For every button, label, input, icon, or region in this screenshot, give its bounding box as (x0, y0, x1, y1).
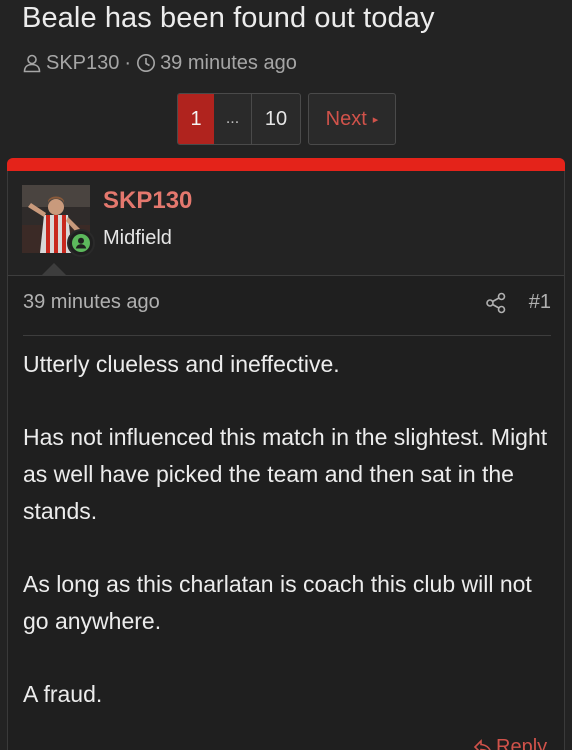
thread-time-link[interactable]: 39 minutes ago (160, 52, 297, 75)
page-1-button[interactable]: 1 (178, 94, 214, 144)
thread-title: Beale has been found out today (22, 2, 435, 34)
page-jump-button[interactable]: ... (214, 94, 252, 144)
page-last-button[interactable]: 10 (252, 94, 300, 144)
next-page-button[interactable]: Next ▸ (308, 93, 396, 145)
clock-icon (136, 53, 156, 73)
chevron-right-icon: ▸ (372, 113, 379, 126)
post: SKP130 Midfield 39 minutes ago #1 Utterl… (7, 158, 565, 750)
share-icon[interactable] (485, 292, 507, 319)
user-header-caret (42, 263, 66, 275)
thread-author-link[interactable]: SKP130 (46, 52, 119, 75)
reply-label: Reply (496, 736, 548, 750)
post-attribution: 39 minutes ago #1 (23, 275, 551, 336)
post-time-link[interactable]: 39 minutes ago (23, 291, 160, 314)
meta-separator: · (124, 51, 132, 74)
post-number-link[interactable]: #1 (529, 291, 551, 314)
thread-meta: SKP130 · 39 minutes ago (22, 50, 297, 76)
post-user-header: SKP130 Midfield (8, 171, 564, 276)
page-number-group: 1 ... 10 (177, 93, 301, 145)
online-user-icon (67, 229, 95, 257)
reply-icon (473, 738, 491, 750)
post-username-link[interactable]: SKP130 (103, 187, 192, 215)
post-body: Utterly clueless and ineffective. Has no… (23, 346, 553, 749)
post-paragraph: Utterly clueless and ineffective. (23, 351, 340, 377)
post-paragraph: Has not influenced this match in the sli… (23, 424, 548, 524)
user-title: Midfield (103, 227, 172, 249)
post-accent-bar (7, 158, 565, 171)
post-paragraph: As long as this charlatan is coach this … (23, 571, 532, 634)
post-paragraph: A fraud. (23, 681, 103, 707)
page: Beale has been found out today SKP130 · … (0, 0, 572, 750)
user-icon (22, 53, 42, 73)
pagination: 1 ... 10 Next ▸ (177, 93, 396, 145)
reply-button[interactable]: Reply (473, 736, 547, 750)
next-label: Next (325, 107, 367, 130)
